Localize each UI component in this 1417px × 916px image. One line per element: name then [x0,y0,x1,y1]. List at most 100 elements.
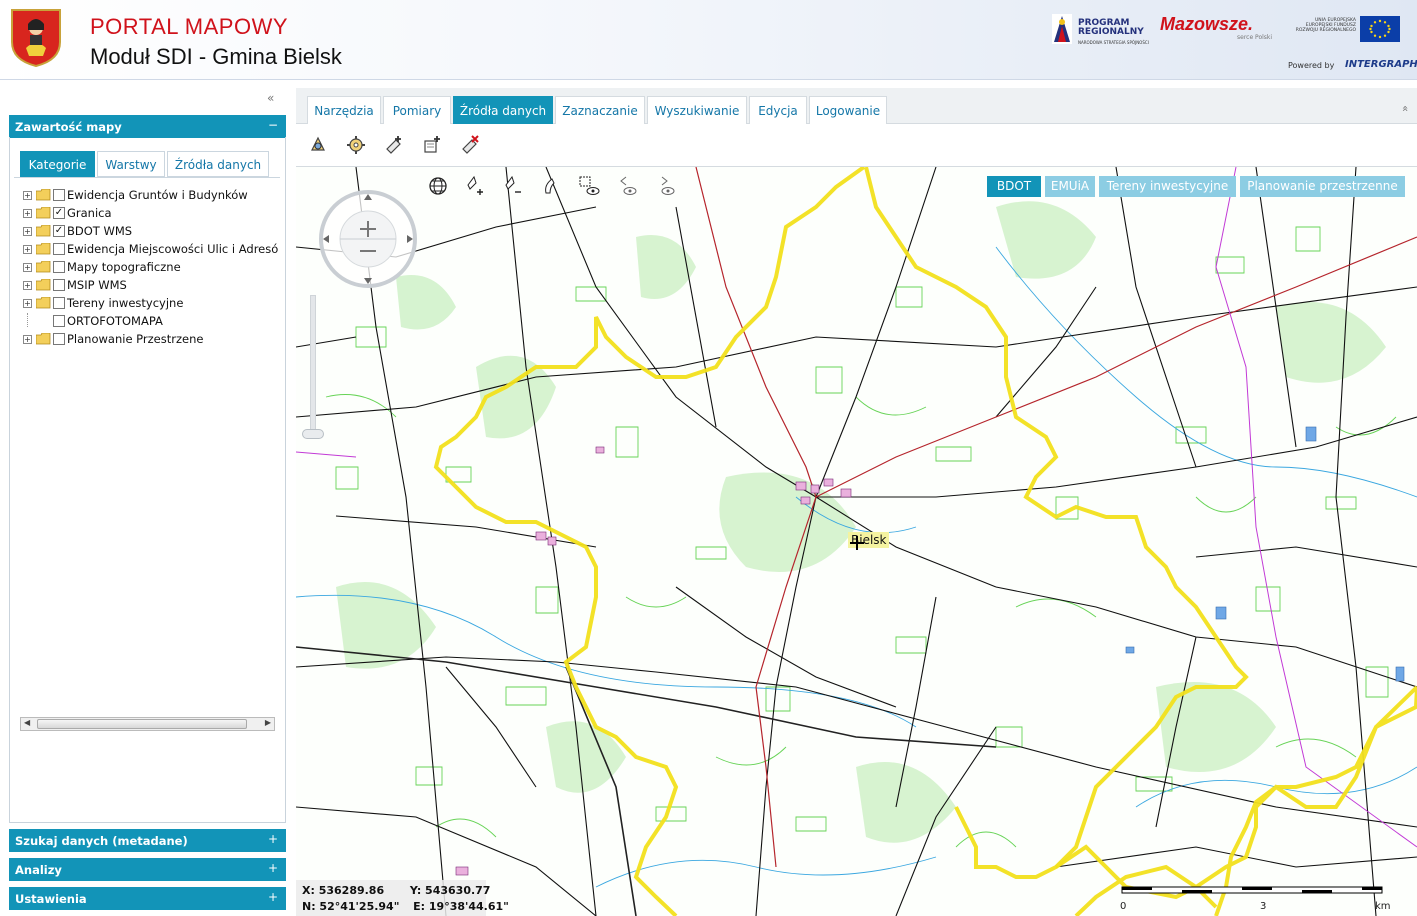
folder-icon [36,189,51,201]
layer-button-tereny[interactable]: Tereny inwestycyjne [1099,176,1236,197]
subtab-zrodla-danych[interactable]: Źródła danych [167,151,269,177]
expand-icon[interactable]: + [23,299,32,308]
tree-item[interactable]: + Tereny inwestycyjne [23,295,285,313]
tree-item[interactable]: + Planowanie Przestrzene [23,331,285,349]
expand-icon[interactable]: + [23,263,32,272]
layer-button-planowanie[interactable]: Planowanie przestrzenne [1240,176,1405,197]
layer-checkbox[interactable] [53,279,65,291]
layer-checkbox[interactable] [53,189,65,201]
program-mark-icon [1052,14,1072,44]
scale-bar-graphic [1121,886,1383,894]
layer-checkbox[interactable]: ✓ [53,225,65,237]
settings-section[interactable]: Ustawienia + [9,887,286,910]
tree-item-label: ORTOFOTOMAPA [67,314,163,328]
subtab-kategorie[interactable]: Kategorie [20,151,95,177]
remove-layer-icon[interactable] [460,135,480,155]
metadata-search-section[interactable]: Szukaj danych (metadane) + [9,829,286,852]
coordinate-e: E: 19°38'44.61" [413,900,509,913]
layer-checkbox[interactable] [53,315,65,327]
wms-settings-icon[interactable] [346,135,366,155]
scale-mid-label: 3 [1260,901,1267,912]
tree-item[interactable]: ORTOFOTOMAPA [23,313,285,331]
add-layer-icon[interactable] [384,135,404,155]
coordinates-readout: X: 536289.86 Y: 543630.77 N: 52°41'25.94… [296,880,509,916]
layer-checkbox[interactable] [53,261,65,273]
zoom-slider-thumb[interactable] [302,429,324,439]
intergraph-logo: INTERGRAPH [1345,59,1417,70]
mazowsze-logo: Mazowsze. [1160,14,1254,34]
expand-analysis-icon[interactable]: + [268,861,278,875]
next-view-icon[interactable] [654,175,678,197]
coat-of-arms-logo [11,9,61,68]
tab-bar: Narzędzia Pomiary Źródła danych Zaznacza… [296,88,1417,124]
tree-item-label: Planowanie Przestrzene [67,332,204,346]
layer-button-emuia[interactable]: EMUiA [1045,176,1095,197]
tree-item[interactable]: + ✓ BDOT WMS [23,223,285,241]
expand-icon[interactable]: + [23,245,32,254]
portal-title: PORTAL MAPOWY [90,14,289,39]
expand-icon[interactable]: + [23,227,32,236]
zoom-out-tool-icon[interactable] [502,175,526,197]
tree-item[interactable]: + Mapy topograficzne [23,259,285,277]
tab-narzedzia[interactable]: Narzędzia [307,96,381,124]
zoom-box-icon[interactable] [578,175,602,197]
layer-button-bdot[interactable]: BDOT [987,176,1041,197]
tab-edycja[interactable]: Edycja [749,96,807,124]
map-navigation-control[interactable] [318,189,418,289]
expand-metadata-icon[interactable]: + [268,832,278,846]
expand-icon[interactable]: + [23,281,32,290]
contents-section-title: Zawartość mapy [15,120,122,134]
folder-icon [36,279,51,291]
layer-checkbox[interactable] [53,243,65,255]
collapse-toolbar-button[interactable]: « [1399,105,1412,112]
tree-item[interactable]: + Ewidencja Gruntów i Budynków [23,187,285,205]
expand-icon[interactable]: + [23,209,32,218]
add-data-source-icon[interactable] [308,135,328,155]
main-area: Narzędzia Pomiary Źródła danych Zaznacza… [296,80,1417,916]
metadata-search-title: Szukaj danych (metadane) [15,834,188,848]
analysis-section[interactable]: Analizy + [9,858,286,881]
layer-checkbox[interactable]: ✓ [53,207,65,219]
scroll-right-icon[interactable]: ▶ [265,718,271,727]
folder-icon [36,207,51,219]
tree-item[interactable]: + Ewidencja Miejscowości Ulic i Adresó [23,241,285,259]
tab-zrodla-danych[interactable]: Źródła danych [453,96,553,124]
tree-item[interactable]: + ✓ Granica [23,205,285,223]
scale-bar: 0 3 km [1120,881,1391,915]
new-layer-icon[interactable] [422,135,442,155]
collapse-left-panel-button[interactable]: « [267,91,274,105]
expand-icon[interactable]: + [23,191,32,200]
tree-item-label: Ewidencja Miejscowości Ulic i Adresó [67,242,279,256]
program-logo-subtext: NARODOWA STRATEGIA SPÓJNOŚCI [1078,40,1149,45]
subtab-warstwy[interactable]: Warstwy [97,151,165,177]
map-view[interactable]: BDOT EMUiA Tereny inwestycyjne Planowani… [296,167,1417,916]
module-title: Moduł SDI - Gmina Bielsk [90,44,342,69]
eu-fund-text: UNIA EUROPEJSKA EUROPEJSKI FUNDUSZ ROZWO… [1295,18,1356,33]
tab-pomiary[interactable]: Pomiary [383,96,451,124]
tree-connector [27,313,32,327]
powered-by-text: Powered by [1288,61,1335,70]
tab-zaznaczanie[interactable]: Zaznaczanie [555,96,645,124]
globe-icon[interactable] [426,175,450,197]
previous-view-icon[interactable] [616,175,640,197]
coordinate-y: Y: 543630.77 [409,884,491,897]
tree-horizontal-scrollbar[interactable]: ◀ ▶ [20,717,275,731]
scroll-left-icon[interactable]: ◀ [24,718,30,727]
tree-item[interactable]: + MSIP WMS [23,277,285,295]
mazowsze-subtext: serce Polski [1237,34,1273,41]
zoom-slider[interactable] [310,295,316,435]
coordinate-x: X: 536289.86 [302,884,385,897]
expand-settings-icon[interactable]: + [268,890,278,904]
expand-icon[interactable]: + [23,335,32,344]
collapse-section-icon[interactable]: − [268,118,278,132]
tree-item-label: BDOT WMS [67,224,133,238]
tree-item-label: Ewidencja Gruntów i Budynków [67,188,248,202]
contents-section-header[interactable]: Zawartość mapy − [9,115,286,138]
tab-wyszukiwanie[interactable]: Wyszukiwanie [647,96,747,124]
scroll-thumb[interactable] [37,719,247,729]
layer-checkbox[interactable] [53,297,65,309]
tab-logowanie[interactable]: Logowanie [809,96,887,124]
zoom-in-tool-icon[interactable] [464,175,488,197]
pan-icon[interactable] [540,175,564,197]
layer-checkbox[interactable] [53,333,65,345]
